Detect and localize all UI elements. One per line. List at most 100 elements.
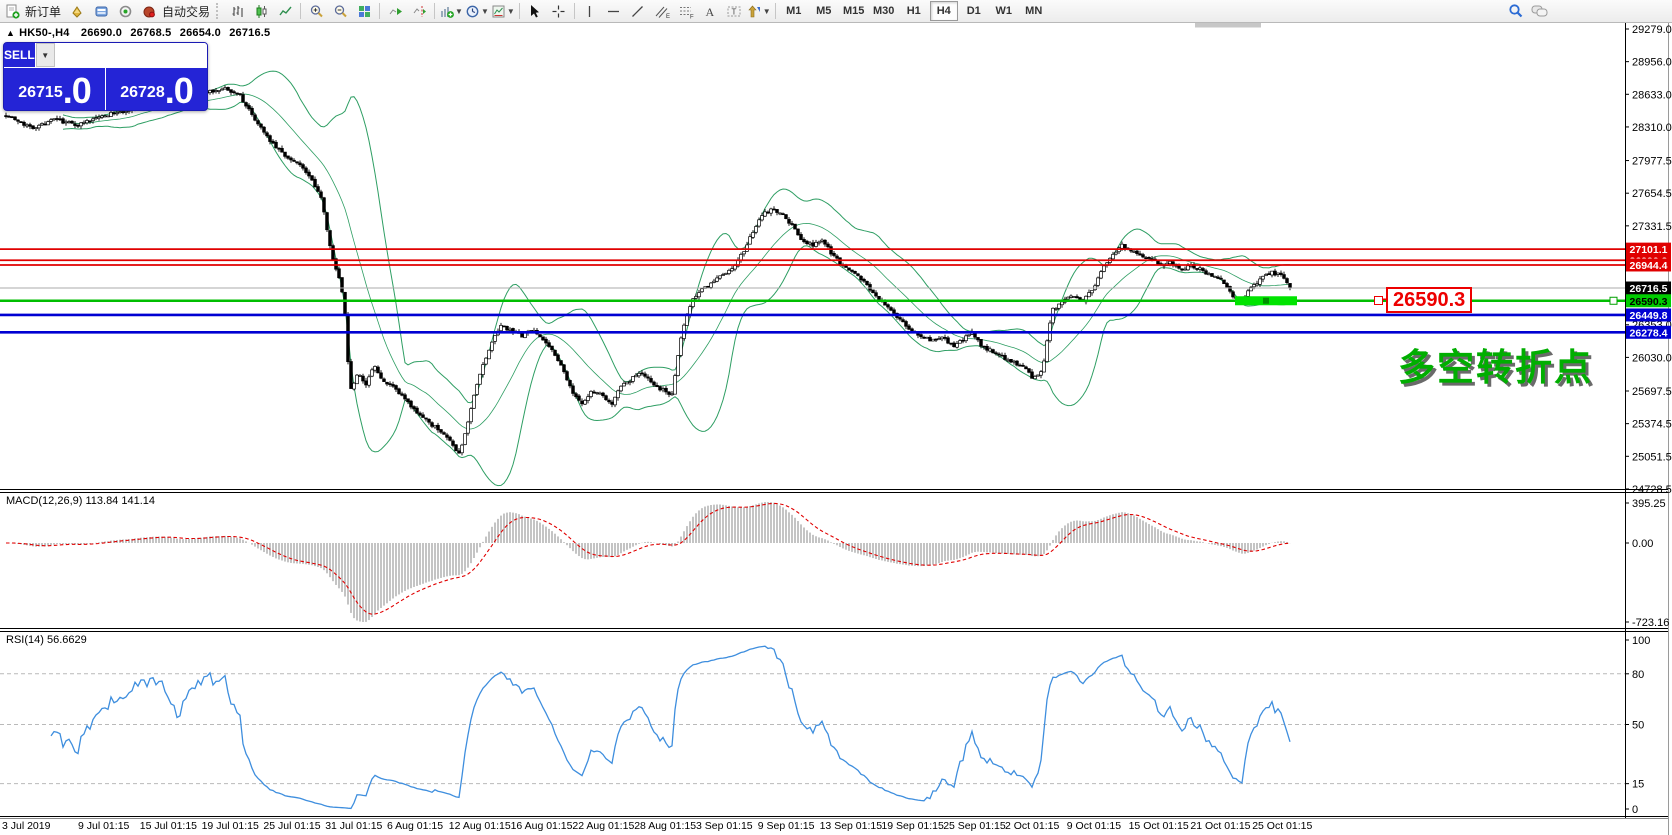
ohlc-close: 26716.5: [229, 27, 270, 39]
svg-text:16 Aug 01:15: 16 Aug 01:15: [511, 820, 573, 832]
svg-text:27331.5: 27331.5: [1632, 221, 1672, 233]
periods-caret-icon[interactable]: ▼: [481, 7, 489, 16]
arrows-caret-icon[interactable]: ▼: [763, 7, 771, 16]
timeframe-button-H4[interactable]: H4: [930, 1, 958, 21]
sell-price-button[interactable]: 26715 .0: [4, 68, 106, 110]
trendline-button[interactable]: [626, 1, 650, 21]
zoom-out-button[interactable]: [328, 1, 352, 21]
svg-text:E: E: [666, 14, 670, 19]
svg-text:29279.0: 29279.0: [1632, 24, 1672, 36]
chart-title: ▲ HK50-,H4 26690.0 26768.5 26654.0 26716.…: [6, 27, 270, 39]
buy-price-frac: .0: [165, 74, 193, 108]
tile-windows-button[interactable]: [352, 1, 376, 21]
volume-decrease-button[interactable]: ▼: [36, 43, 55, 67]
arrows-button[interactable]: ▼: [746, 1, 772, 21]
symbol-period: HK50-,H4: [19, 27, 70, 39]
timeframe-button-M15[interactable]: M15: [840, 1, 868, 21]
sell-price-frac: .0: [63, 74, 91, 108]
templates-button[interactable]: ▼: [490, 1, 516, 21]
ohlc-high: 26768.5: [130, 27, 171, 39]
fibonacci-button[interactable]: F: [674, 1, 698, 21]
timeframe-button-MN[interactable]: MN: [1020, 1, 1048, 21]
svg-text:13 Sep 01:15: 13 Sep 01:15: [820, 820, 883, 832]
buy-price-button[interactable]: 26728 .0: [106, 68, 207, 110]
svg-text:15 Oct 01:15: 15 Oct 01:15: [1129, 820, 1189, 832]
ohlc-low: 26654.0: [180, 27, 221, 39]
price-callout[interactable]: 26590.3: [1386, 287, 1472, 313]
svg-text:27654.5: 27654.5: [1632, 188, 1672, 200]
line-chart-button[interactable]: [273, 1, 297, 21]
auto-trading-button[interactable]: [137, 1, 161, 21]
svg-text:31 Jul 01:15: 31 Jul 01:15: [325, 820, 382, 832]
text-button[interactable]: A: [698, 1, 722, 21]
indicators-button[interactable]: ▼: [438, 1, 464, 21]
templates-caret-icon[interactable]: ▼: [507, 7, 515, 16]
svg-text:26449.8: 26449.8: [1630, 310, 1668, 322]
svg-text:25697.5: 25697.5: [1632, 386, 1672, 398]
chat-icon[interactable]: [1528, 1, 1552, 21]
text-label-button[interactable]: T: [722, 1, 746, 21]
sell-button[interactable]: SELL: [4, 43, 35, 67]
svg-text:21 Oct 01:15: 21 Oct 01:15: [1190, 820, 1250, 832]
periods-button[interactable]: ▼: [464, 1, 490, 21]
svg-text:22 Aug 01:15: 22 Aug 01:15: [572, 820, 634, 832]
collapse-panel-icon[interactable]: ▲: [6, 28, 15, 38]
svg-text:19 Jul 01:15: 19 Jul 01:15: [202, 820, 259, 832]
svg-text:395.25: 395.25: [1632, 498, 1666, 510]
timeframe-button-M1[interactable]: M1: [780, 1, 808, 21]
svg-text:15: 15: [1632, 779, 1644, 791]
svg-text:28 Aug 01:15: 28 Aug 01:15: [634, 820, 696, 832]
main-toolbar: 新订单 自动交易: [0, 0, 1672, 23]
svg-text:100: 100: [1632, 635, 1650, 647]
indicators-caret-icon[interactable]: ▼: [455, 7, 463, 16]
svg-text:9 Jul 01:15: 9 Jul 01:15: [78, 820, 130, 832]
svg-text:28310.0: 28310.0: [1632, 122, 1672, 134]
search-button[interactable]: [1504, 1, 1528, 21]
svg-text:25 Jul 01:15: 25 Jul 01:15: [263, 820, 320, 832]
timeframe-button-D1[interactable]: D1: [960, 1, 988, 21]
price-chart[interactable]: 29279.028956.028633.028310.027977.527654…: [0, 0, 1672, 835]
one-click-trading-panel: SELL ▼ ▲ BUY 26715 .0 26728 .0: [3, 42, 208, 111]
chart-scrollbar-thumb[interactable]: [1195, 23, 1261, 28]
buy-price-main: 26728: [120, 78, 165, 108]
svg-text:9 Sep 01:15: 9 Sep 01:15: [758, 820, 815, 832]
svg-text:26030.0: 26030.0: [1632, 352, 1672, 364]
svg-text:25051.5: 25051.5: [1632, 451, 1672, 463]
new-order-label[interactable]: 新订单: [24, 3, 65, 20]
svg-text:19 Sep 01:15: 19 Sep 01:15: [881, 820, 944, 832]
data-window-button[interactable]: [89, 1, 113, 21]
zoom-in-button[interactable]: [304, 1, 328, 21]
auto-scroll-button[interactable]: [383, 1, 407, 21]
volume-input[interactable]: [55, 43, 208, 67]
svg-text:28956.0: 28956.0: [1632, 57, 1672, 69]
bar-chart-button[interactable]: [225, 1, 249, 21]
svg-text:15 Jul 01:15: 15 Jul 01:15: [140, 820, 197, 832]
chinese-annotation[interactable]: 多空转折点: [1398, 337, 1593, 391]
callout-anchor-handle[interactable]: [1374, 296, 1383, 305]
svg-text:26590.3: 26590.3: [1630, 296, 1668, 308]
cursor-button[interactable]: [523, 1, 547, 21]
timeframe-button-W1[interactable]: W1: [990, 1, 1018, 21]
svg-text:T: T: [731, 7, 736, 16]
horizontal-line-button[interactable]: [602, 1, 626, 21]
vertical-line-button[interactable]: [578, 1, 602, 21]
timeframe-button-H1[interactable]: H1: [900, 1, 928, 21]
timeframe-button-M5[interactable]: M5: [810, 1, 838, 21]
chart-shift-button[interactable]: [407, 1, 431, 21]
market-watch-button[interactable]: [65, 1, 89, 21]
strategy-tester-button[interactable]: [113, 1, 137, 21]
crosshair-button[interactable]: [547, 1, 571, 21]
ohlc-open: 26690.0: [81, 27, 122, 39]
equidistant-channel-button[interactable]: E: [650, 1, 674, 21]
timeframe-button-M30[interactable]: M30: [870, 1, 898, 21]
svg-text:80: 80: [1632, 669, 1644, 681]
auto-trading-label[interactable]: 自动交易: [161, 3, 214, 20]
macd-label: MACD(12,26,9) 113.84 141.14: [6, 495, 155, 507]
rsi-label: RSI(14) 56.6629: [6, 634, 87, 646]
new-order-button[interactable]: [0, 1, 24, 21]
candlestick-chart-button[interactable]: [249, 1, 273, 21]
svg-text:26278.4: 26278.4: [1630, 327, 1668, 339]
svg-text:27977.5: 27977.5: [1632, 156, 1672, 168]
svg-text:0: 0: [1632, 804, 1638, 816]
svg-text:2 Oct 01:15: 2 Oct 01:15: [1005, 820, 1059, 832]
